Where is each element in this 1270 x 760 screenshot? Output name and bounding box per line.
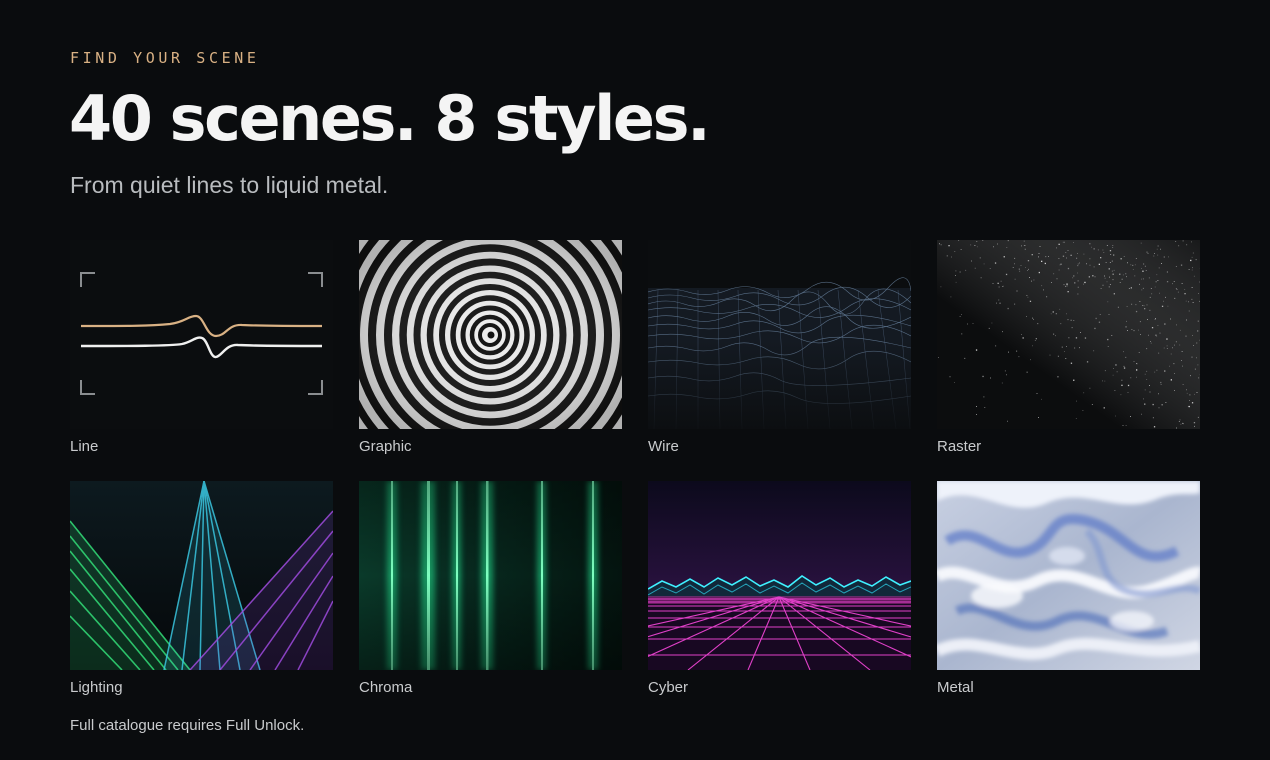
style-label: Wire: [648, 438, 679, 455]
concentric-rings-preview: [359, 240, 622, 429]
style-card-line[interactable]: Line: [70, 240, 333, 456]
style-card-wire[interactable]: Wire: [648, 240, 911, 456]
style-card-chroma[interactable]: Chroma: [359, 481, 622, 697]
line-scene-preview: [70, 240, 333, 429]
wireframe-mesh-preview: [648, 240, 911, 429]
style-label: Raster: [937, 438, 982, 455]
green-light-bars-preview: [359, 481, 622, 670]
style-label: Chroma: [359, 679, 413, 696]
style-label: Cyber: [648, 679, 689, 696]
laser-beams-preview: [70, 481, 333, 670]
particle-raster-preview: [937, 240, 1200, 429]
page-subtitle: From quiet lines to liquid metal.: [70, 172, 389, 198]
style-card-raster[interactable]: Raster: [937, 240, 1200, 456]
style-label: Graphic: [359, 438, 412, 455]
style-card-lighting[interactable]: Lighting: [70, 481, 333, 697]
style-label: Line: [70, 438, 99, 455]
liquid-metal-preview: [937, 481, 1200, 670]
style-label: Lighting: [70, 679, 123, 696]
style-label: Metal: [937, 679, 974, 696]
synthwave-grid-preview: [648, 481, 911, 670]
style-card-cyber[interactable]: Cyber: [648, 481, 911, 697]
unlock-footnote: Full catalogue requires Full Unlock.: [70, 717, 305, 734]
style-card-graphic[interactable]: Graphic: [359, 240, 622, 456]
style-card-metal[interactable]: Metal: [937, 481, 1200, 697]
eyebrow-label: FIND YOUR SCENE: [70, 49, 260, 67]
page-title: 40 scenes. 8 styles.: [69, 82, 711, 155]
